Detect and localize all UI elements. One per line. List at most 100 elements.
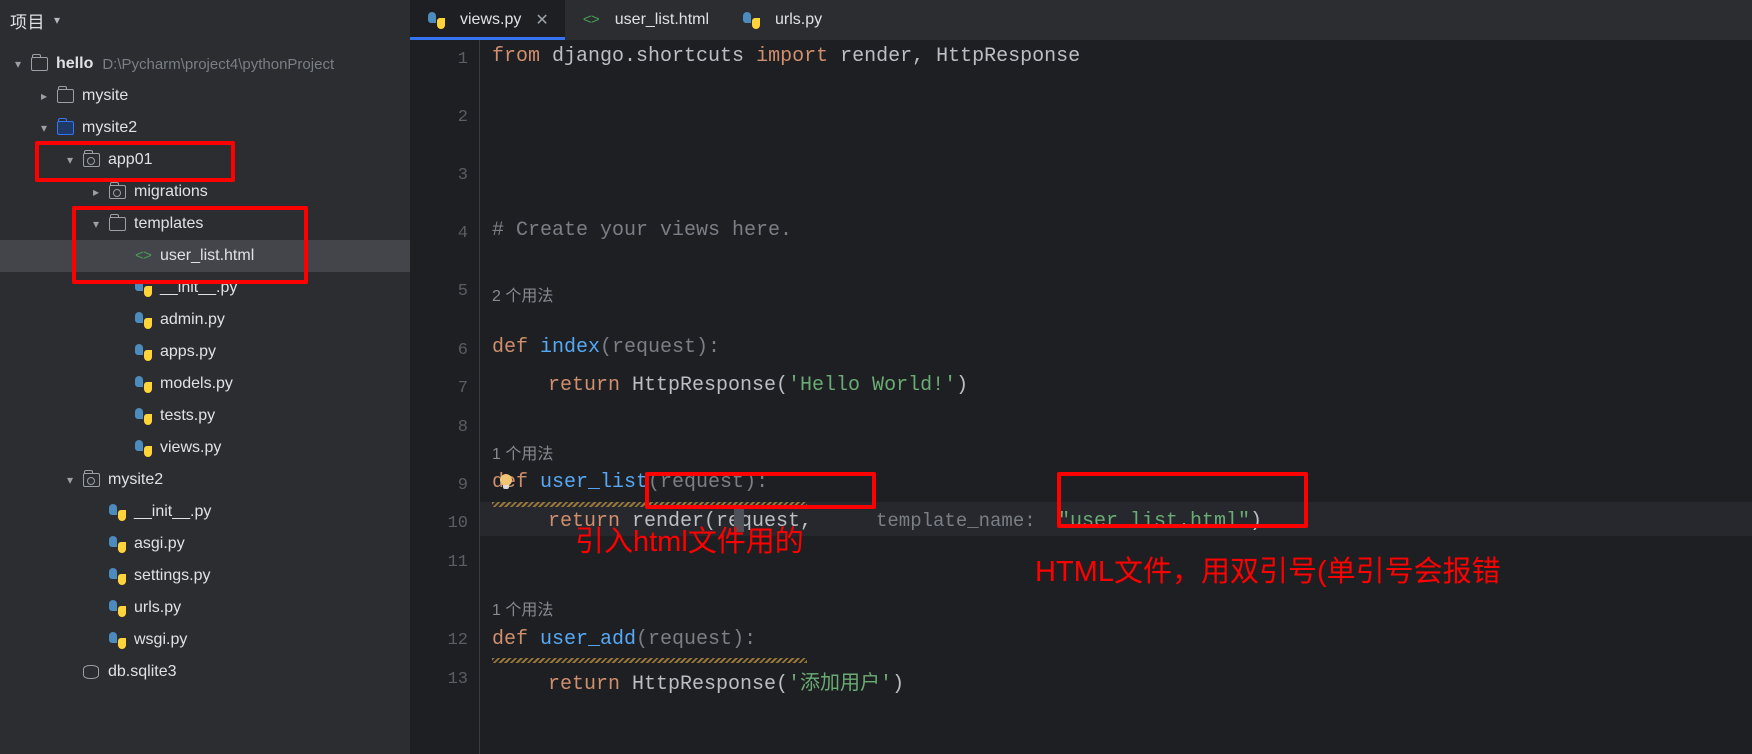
line-number: 4 [457,224,468,243]
twisty-spacer: . [114,441,130,455]
code-line-9: def user_list(request): [492,471,768,494]
intention-bulb-icon[interactable] [499,474,514,491]
project-sidebar: 项目 ▾ ▾ hello D:\Pycharm\project4\pythonPro… [0,0,410,754]
string-hello-world: 'Hello World!' [788,374,957,397]
keyword-def: def [492,628,529,651]
tree-item-icon [106,567,128,585]
twisty-expanded-icon[interactable]: ▾ [62,153,78,167]
close-icon[interactable]: ✕ [535,10,548,30]
twisty-spacer: . [114,377,130,391]
twisty-expanded-icon[interactable]: ▾ [62,473,78,487]
tree-item-icon [106,182,128,201]
tree-item-label: hello [56,55,94,72]
tree-item-admin[interactable]: . admin.py [0,304,410,336]
module-folder-icon [82,150,100,167]
tree-item-dbsqlite[interactable]: . db.sqlite3 [0,656,410,688]
tree-item-label: mysite [82,87,129,104]
tree-item-label: apps.py [160,343,217,360]
editor-tab-urls[interactable]: urls.py [725,0,838,40]
python-file-icon [134,311,152,329]
line-number: 10 [447,514,468,533]
inspection-squiggle [492,502,807,507]
tree-item-icon: <> [132,247,154,265]
line-number: 6 [457,341,468,360]
tree-item-tests[interactable]: . tests.py [0,400,410,432]
project-panel-header[interactable]: 项目 ▾ [0,0,410,40]
tree-item-m2_init[interactable]: . __init__.py [0,496,410,528]
keyword-def: def [492,336,529,359]
tree-item-label: wsgi.py [134,631,188,648]
module-folder-icon [108,182,126,199]
pycharm-window: 项目 ▾ ▾ hello D:\Pycharm\project4\pythonPro… [0,0,1752,754]
tree-item-label: mysite2 [82,119,138,136]
python-file-icon [134,439,152,457]
tree-item-label: mysite2 [108,471,164,488]
keyword-return: return [548,673,621,696]
folder-icon [56,118,74,135]
twisty-expanded-icon[interactable]: ▾ [36,121,52,135]
tree-item-mysite2_pkg[interactable]: ▾ mysite2 [0,464,410,496]
code-lens-usages[interactable]: 2 个用法 [492,282,553,306]
tree-item-apps[interactable]: . apps.py [0,336,410,368]
tree-item-templates[interactable]: ▾ templates [0,208,410,240]
tree-item-models[interactable]: . models.py [0,368,410,400]
tree-item-wsgi[interactable]: . wsgi.py [0,624,410,656]
line-number: 9 [457,476,468,495]
python-file-icon [108,599,126,617]
editor-tab-user_list[interactable]: <> user_list.html [565,0,725,40]
code-line-4-comment: # Create your views here. [492,219,793,242]
tree-item-migrations[interactable]: ▸ migrations [0,176,410,208]
tree-item-label: views.py [160,439,222,456]
code-lens-usages[interactable]: 1 个用法 [492,596,553,620]
code-lens-usages[interactable]: 1 个用法 [492,440,553,464]
twisty-spacer: . [88,569,104,583]
tree-item-asgi[interactable]: . asgi.py [0,528,410,560]
tree-item-icon [54,118,76,137]
tree-item-icon [106,631,128,649]
twisty-spacer: . [114,281,130,295]
tree-item-app01_init[interactable]: . __init__.py [0,272,410,304]
chevron-down-icon[interactable]: ▾ [54,14,60,26]
inspection-squiggle [492,658,807,663]
python-file-icon [134,343,152,361]
twisty-expanded-icon[interactable]: ▾ [88,217,104,231]
tree-item-label: templates [134,215,204,232]
twisty-collapsed-icon[interactable]: ▸ [88,185,104,199]
tree-item-views[interactable]: . views.py [0,432,410,464]
folder-icon [56,86,74,103]
tree-item-icon [28,54,50,73]
twisty-expanded-icon[interactable]: ▾ [10,57,26,71]
paren-close: ) [956,374,969,397]
line-number: 3 [457,166,468,185]
tree-item-label: __init__.py [160,279,238,296]
editor-tab-views[interactable]: views.py ✕ [410,0,565,40]
import-names: render, HttpResponse [828,45,1081,68]
project-panel-title: 项目 [10,12,45,32]
tree-item-icon [54,86,76,105]
tree-item-urls[interactable]: . urls.py [0,592,410,624]
tree-item-path: D:\Pycharm\project4\pythonProject [102,55,335,73]
code-line-1: from django.shortcuts import render, Htt… [492,45,1080,68]
tree-item-settings[interactable]: . settings.py [0,560,410,592]
twisty-collapsed-icon[interactable]: ▸ [36,89,52,103]
call-httpresponse: HttpResponse( [620,673,789,696]
tree-item-icon [132,279,154,297]
twisty-spacer: . [114,249,130,263]
tree-item-label: __init__.py [134,503,212,520]
tree-item-icon [132,343,154,361]
tree-item-mysite[interactable]: ▸ mysite [0,80,410,112]
python-file-icon [742,11,760,29]
code-editor[interactable]: 1 2 3 4 5 6 7 8 9 10 11 12 13 from djang… [410,40,1752,754]
tree-item-mysite2[interactable]: ▾ mysite2 [0,112,410,144]
html-file-icon: <> [134,247,152,265]
tree-item-hello[interactable]: ▾ hello D:\Pycharm\project4\pythonProject [0,48,410,80]
tree-item-app01[interactable]: ▾ app01 [0,144,410,176]
line-number: 7 [457,379,468,398]
function-args: (request): [636,628,757,651]
twisty-spacer: . [88,633,104,647]
twisty-spacer: . [114,345,130,359]
keyword-from: from [492,45,541,68]
tree-item-user_list[interactable]: . <> user_list.html [0,240,410,272]
code-lines: 1 2 3 4 5 6 7 8 9 10 11 12 13 from djang… [410,40,1752,754]
tree-item-label: admin.py [160,311,225,328]
